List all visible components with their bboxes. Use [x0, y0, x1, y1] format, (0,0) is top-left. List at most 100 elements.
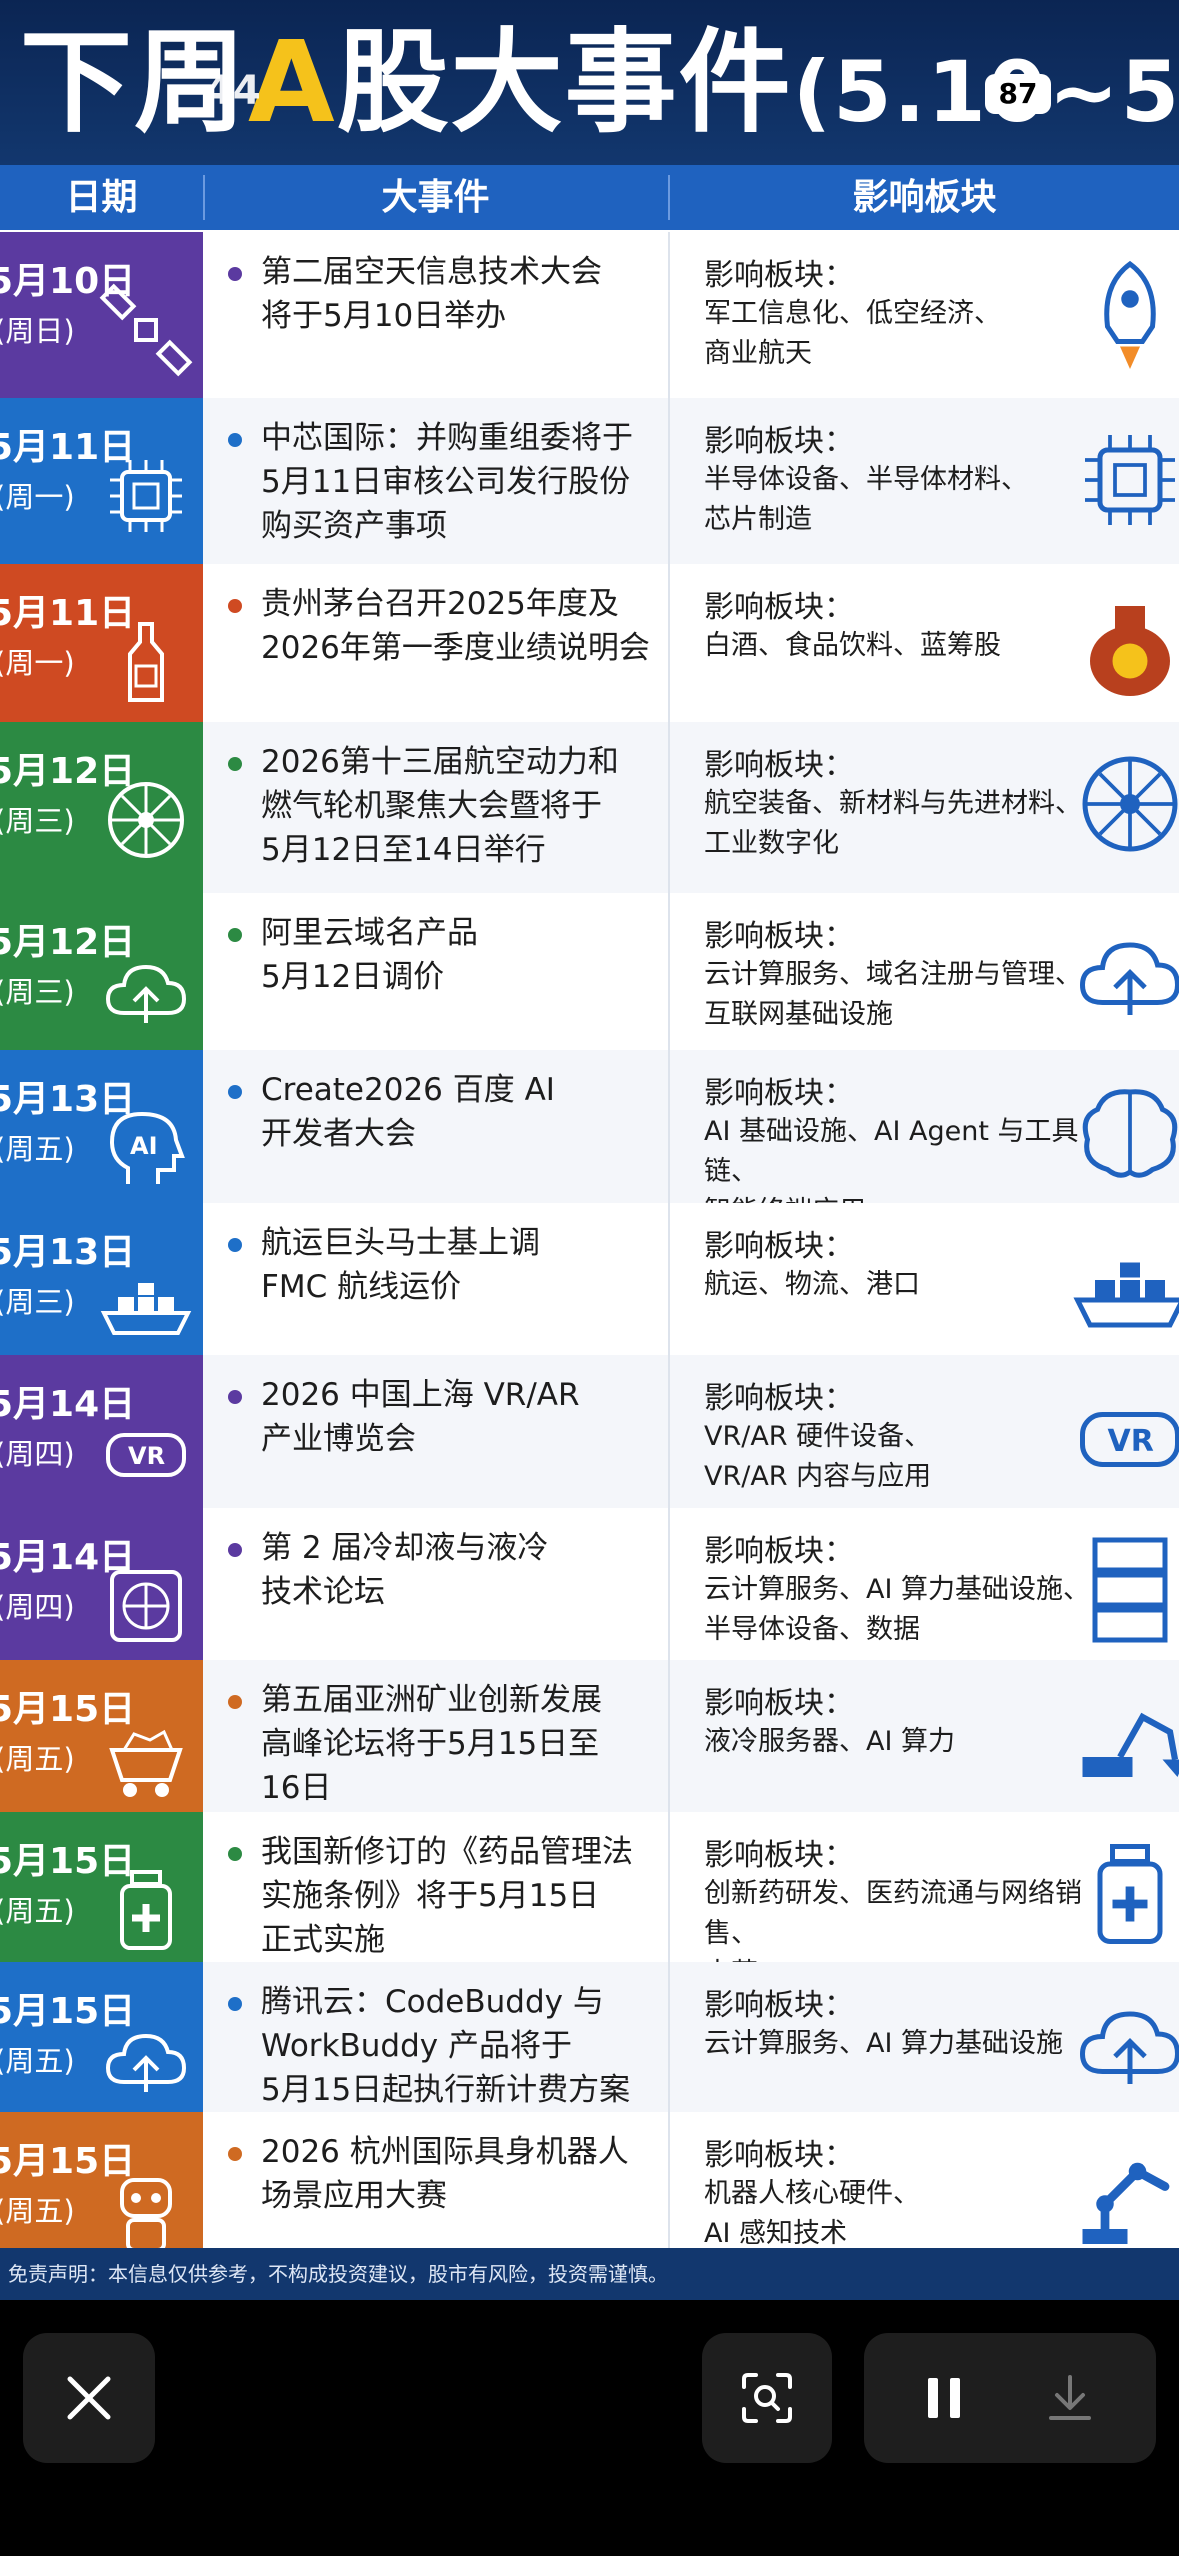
playback-controls: [864, 2333, 1156, 2463]
event-cell: 我国新修订的《药品管理法 实施条例》将于5月15日 正式实施: [203, 1812, 668, 1962]
cargo-ship-icon: [100, 1283, 192, 1335]
bullet-icon: [228, 1695, 242, 1709]
event-description: 贵州茅台召开2025年度及 2026年第一季度业绩说明会: [261, 586, 650, 666]
table-header: 日期 大事件 影响板块: [0, 165, 1179, 230]
event-weekday: (周三): [0, 1285, 75, 1319]
table-row: 5月15日 (周五) 腾讯云：CodeBuddy 与 WorkBuddy 产品将…: [0, 1962, 1179, 2115]
excavator-icon: [1082, 1712, 1179, 1777]
turbine-icon: [108, 782, 184, 858]
date-cell: 5月12日 (周三): [0, 893, 203, 1050]
cooling-fan-icon: [110, 1570, 182, 1642]
impact-label: 影响板块：: [704, 1534, 854, 1569]
medicine-bottle-icon: [1097, 1844, 1163, 1944]
scan-button[interactable]: [702, 2333, 832, 2463]
bullet-icon: [228, 1390, 242, 1404]
event-weekday: (周五): [0, 1894, 75, 1928]
event-description: 2026 杭州国际具身机器人 场景应用大赛: [261, 2134, 629, 2214]
liquor-jar-icon: [1090, 606, 1170, 696]
table-row: 5月12日 (周三) 阿里云域名产品 5月12日调价 影响板块： 云计算服务、域…: [0, 893, 1179, 1053]
impact-sectors: VR/AR 硬件设备、 VR/AR 内容与应用: [704, 1421, 932, 1492]
event-weekday: (周五): [0, 1132, 75, 1166]
impact-sectors: 航空装备、新材料与先进材料、 工业数字化: [704, 788, 1082, 859]
robot-arm-icon: [1082, 2162, 1170, 2244]
bullet-icon: [228, 1847, 242, 1861]
impact-sectors: 云计算服务、域名注册与管理、 互联网基础设施: [704, 959, 1082, 1030]
event-cell: 第五届亚洲矿业创新发展 高峰论坛将于5月15日至 16日: [203, 1660, 668, 1812]
impact-label: 影响板块：: [704, 1988, 854, 2023]
pause-button[interactable]: [904, 2363, 984, 2433]
event-cell: Create2026 百度 AI 开发者大会: [203, 1050, 668, 1203]
event-cell: 第二届空天信息技术大会 将于5月10日举办: [203, 232, 668, 398]
event-weekday: (周五): [0, 1742, 75, 1776]
bullet-icon: [228, 599, 242, 613]
scan-icon: [742, 2373, 792, 2423]
event-weekday: (周一): [0, 480, 75, 514]
event-cell: 2026第十三届航空动力和 燃气轮机聚焦大会暨将于 5月12日至14日举行: [203, 722, 668, 893]
impact-sectors: 半导体设备、半导体材料、 芯片制造: [704, 464, 1028, 535]
event-cell: 贵州茅台召开2025年度及 2026年第一季度业绩说明会: [203, 564, 668, 722]
impact-cell: 影响板块： 半导体设备、半导体材料、 芯片制造: [670, 398, 1179, 564]
disclaimer: 免责声明：本信息仅供参考，不构成投资建议，股市有风险，投资需谨慎。: [0, 2248, 1179, 2300]
event-weekday: (周五): [0, 2194, 75, 2228]
download-button[interactable]: [1030, 2363, 1110, 2433]
table-row: 5月10日 (周日) 第二届空天信息技术大会 将于5月10日举办 影响板块： 军…: [0, 232, 1179, 401]
event-description: 中芯国际：并购重组委将于 5月11日审核公司发行股份 购买资产事项: [261, 420, 633, 544]
event-description: 腾讯云：CodeBuddy 与 WorkBuddy 产品将于 5月15日起执行新…: [261, 1984, 631, 2108]
bullet-icon: [228, 1997, 242, 2011]
bullet-icon: [228, 433, 242, 447]
impact-label: 影响板块：: [704, 1229, 854, 1264]
impact-sectors: 航运、物流、港口: [704, 1269, 920, 1300]
date-cell: 5月15日 (周五): [0, 2112, 203, 2252]
table-row: 5月13日 (周三) 航运巨头马士基上调 FMC 航线运价 影响板块： 航运、物…: [0, 1203, 1179, 1358]
title-part2: 股大事件: [336, 18, 793, 148]
event-weekday: (周四): [0, 1437, 75, 1471]
date-cell: 5月11日 (周一): [0, 564, 203, 722]
event-description: 2026 中国上海 VR/AR 产业博览会: [261, 1377, 580, 1457]
close-button[interactable]: [23, 2333, 155, 2463]
medicine-bottle-icon: [120, 1870, 172, 1950]
date-cell: 5月15日 (周五): [0, 1812, 203, 1962]
impact-label: 影响板块：: [704, 1686, 854, 1721]
date-cell: 5月12日 (周三): [0, 722, 203, 893]
event-cell: 航运巨头马士基上调 FMC 航线运价: [203, 1203, 668, 1355]
event-weekday: (周一): [0, 646, 75, 680]
bullet-icon: [228, 1238, 242, 1252]
impact-cell: 影响板块： 航运、物流、港口: [670, 1203, 1179, 1355]
impact-sectors: 云计算服务、AI 算力基础设施: [704, 2028, 1064, 2059]
event-cell: 腾讯云：CodeBuddy 与 WorkBuddy 产品将于 5月15日起执行新…: [203, 1962, 668, 2112]
impact-cell: 影响板块： 液冷服务器、AI 算力: [670, 1660, 1179, 1812]
table-row: 5月13日 (周五) AI Create2026 百度 AI 开发者大会 影响板…: [0, 1050, 1179, 1227]
status-time: 44: [205, 68, 261, 114]
event-description: 阿里云域名产品 5月12日调价: [261, 915, 478, 995]
event-cell: 第 2 届冷却液与液冷 技术论坛: [203, 1508, 668, 1660]
header-impact: 影响板块: [852, 177, 997, 218]
impact-label: 影响板块：: [704, 424, 854, 459]
table-row: 5月14日 (周四) 第 2 届冷却液与液冷 技术论坛 影响板块： 云计算服务、…: [0, 1508, 1179, 1663]
impact-cell: 影响板块： AI 基础设施、AI Agent 与工具链、 智能终端应用: [670, 1050, 1179, 1227]
impact-label: 影响板块：: [704, 590, 854, 625]
svg-text:VR: VR: [128, 1442, 165, 1470]
table-row: 5月15日 (周五) 第五届亚洲矿业创新发展 高峰论坛将于5月15日至 16日 …: [0, 1660, 1179, 1815]
event-cell: 中芯国际：并购重组委将于 5月11日审核公司发行股份 购买资产事项: [203, 398, 668, 564]
rocket-icon: [1104, 260, 1156, 369]
date-cell: 5月14日 (周四) VR: [0, 1355, 203, 1508]
date-cell: 5月13日 (周三): [0, 1203, 203, 1355]
event-description: Create2026 百度 AI 开发者大会: [261, 1072, 555, 1152]
table-row: 5月12日 (周三) 2026第十三届航空动力和 燃气轮机聚焦大会暨将于 5月1…: [0, 722, 1179, 896]
impact-sectors: 军工信息化、低空经济、 商业航天: [704, 298, 1001, 369]
cloud-upload-icon: [1079, 2011, 1179, 2084]
event-cell: 2026 杭州国际具身机器人 场景应用大赛: [203, 2112, 668, 2248]
vr-headset-icon: VR: [106, 1433, 186, 1477]
bullet-icon: [228, 757, 242, 771]
table-row: 5月15日 (周五) 我国新修订的《药品管理法 实施条例》将于5月15日 正式实…: [0, 1812, 1179, 1989]
event-weekday: (周日): [0, 314, 75, 348]
date-cell: 5月11日 (周一): [0, 398, 203, 564]
poster-image: 下周A股大事件(5.10~5.16) 44 87 日期 大事件 影响板块 5月1…: [0, 0, 1179, 2300]
impact-cell: 影响板块： 航空装备、新材料与先进材料、 工业数字化: [670, 722, 1179, 893]
header-event: 大事件: [381, 177, 490, 218]
pause-icon: [928, 2378, 960, 2418]
impact-cell: 影响板块： 云计算服务、AI 算力基础设施: [670, 1962, 1179, 2112]
event-cell: 阿里云域名产品 5月12日调价: [203, 893, 668, 1050]
impact-cell: 影响板块： 白酒、食品饮料、蓝筹股: [670, 564, 1179, 722]
impact-cell: 影响板块： 机器人核心硬件、 AI 感知技术: [670, 2112, 1179, 2249]
